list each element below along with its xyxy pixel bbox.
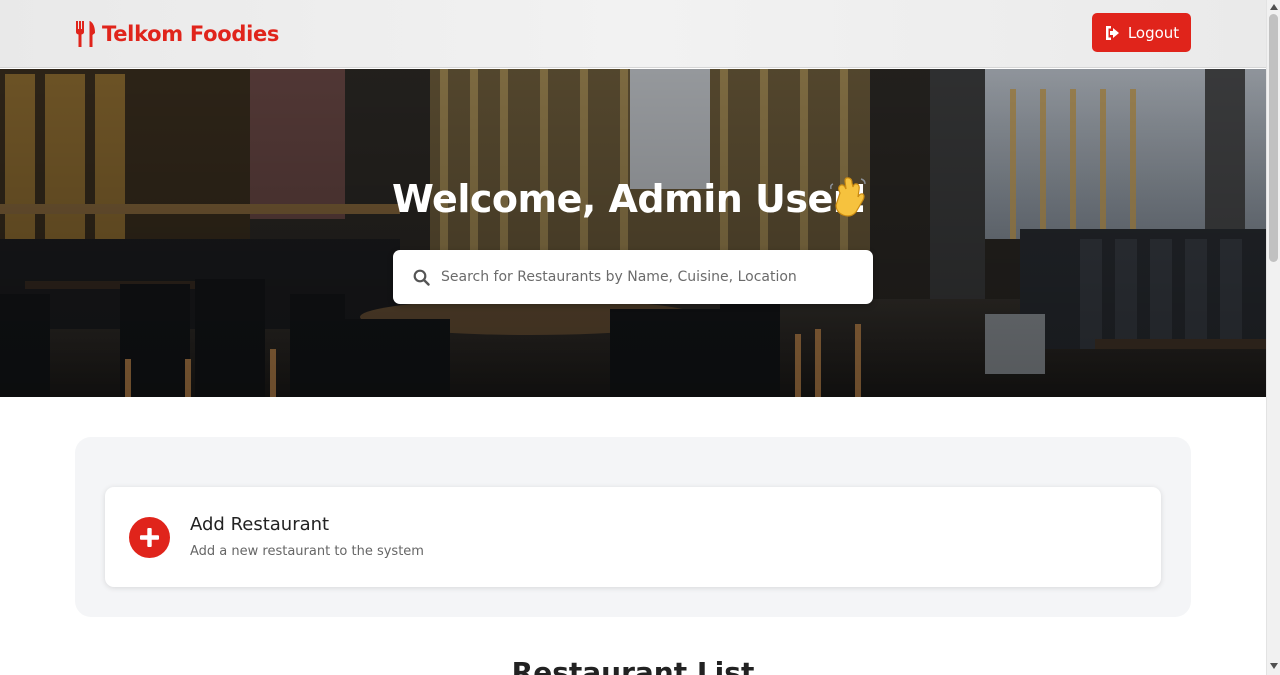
search-icon bbox=[413, 269, 430, 286]
waving-hand-icon bbox=[830, 177, 866, 217]
scroll-thumb[interactable] bbox=[1269, 14, 1278, 262]
search-input[interactable] bbox=[441, 250, 861, 304]
logout-button[interactable]: Logout bbox=[1092, 13, 1191, 52]
top-navbar: Telkom Foodies Logout bbox=[0, 0, 1266, 68]
plus-circle-icon bbox=[129, 517, 170, 558]
search-bar bbox=[393, 250, 873, 304]
scroll-up-arrow-icon[interactable] bbox=[1270, 4, 1278, 10]
scroll-down-arrow-icon[interactable] bbox=[1270, 663, 1278, 669]
utensils-icon bbox=[76, 21, 95, 47]
brand-name: Telkom Foodies bbox=[102, 22, 280, 46]
add-restaurant-card[interactable]: Add Restaurant Add a new restaurant to t… bbox=[105, 487, 1161, 587]
hero-banner: Welcome, Admin User! bbox=[0, 69, 1266, 397]
add-restaurant-title: Add Restaurant bbox=[190, 514, 330, 535]
sign-out-icon bbox=[1105, 25, 1119, 40]
page-scrollbar[interactable] bbox=[1266, 0, 1280, 675]
add-restaurant-description: Add a new restaurant to the system bbox=[190, 544, 424, 559]
logout-label: Logout bbox=[1127, 23, 1180, 42]
admin-panel: Add Restaurant Add a new restaurant to t… bbox=[75, 437, 1191, 617]
welcome-heading: Welcome, Admin User! bbox=[392, 177, 868, 221]
brand-logo[interactable]: Telkom Foodies bbox=[74, 20, 279, 48]
restaurant-interior-image bbox=[0, 69, 1266, 397]
restaurant-list-heading: Restaurant List bbox=[511, 656, 755, 675]
